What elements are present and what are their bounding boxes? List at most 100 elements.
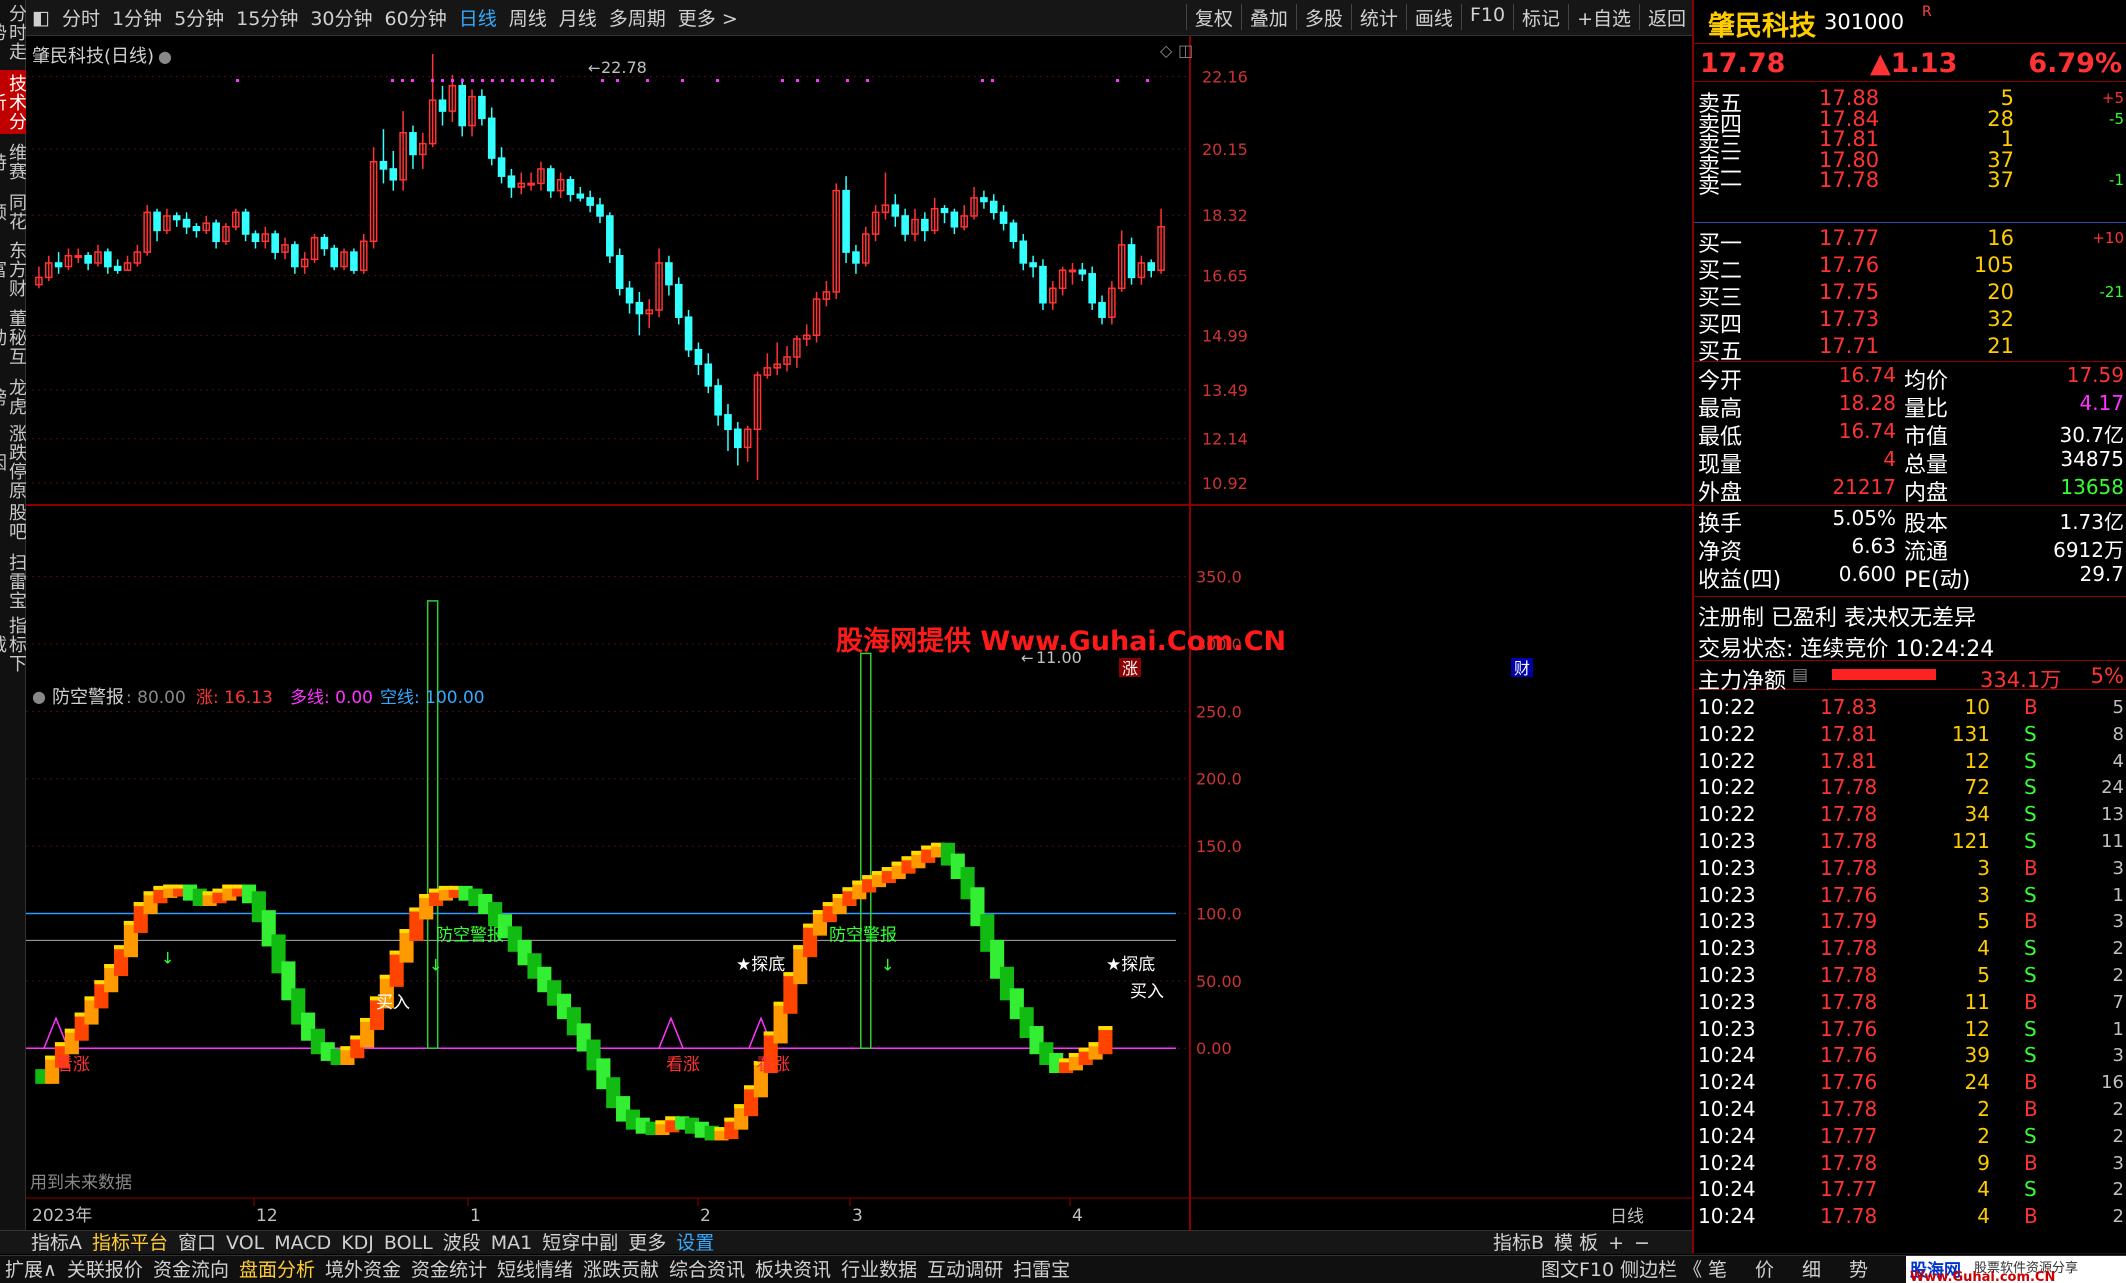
main-net-icon[interactable]: ▤	[1792, 665, 1808, 685]
tick-view-tab[interactable]: 笔	[1694, 1258, 1741, 1282]
brand-url: Www.Guhai.com.CN	[1910, 1270, 2056, 1283]
bottom-tab[interactable]: 扫雷宝	[1008, 1258, 1075, 1282]
high-mark: 22.78	[601, 58, 647, 77]
indicator-tab[interactable]: MA1	[486, 1231, 537, 1255]
toolbar-action[interactable]: 多股	[1299, 4, 1349, 31]
left-nav-item[interactable]: 同花顺	[0, 188, 27, 236]
candle-body	[724, 414, 732, 431]
bottom-tab[interactable]: 板块资讯	[750, 1258, 836, 1282]
toolbar-action[interactable]: 复权	[1189, 4, 1239, 31]
toolbar-action[interactable]: +自选	[1571, 4, 1637, 31]
bottom-right-tools[interactable]: 图文F10 侧边栏 《	[1536, 1258, 1707, 1282]
settings-icon[interactable]: ●	[158, 47, 172, 66]
bottom-tab[interactable]: 涨跌贡献	[578, 1258, 664, 1282]
future-data-note: 用到未来数据	[30, 1173, 132, 1193]
indicator-tab-right[interactable]: 指标B	[1488, 1231, 1549, 1255]
left-nav-item[interactable]: 东方财富	[0, 238, 27, 300]
signal-dot	[816, 79, 819, 82]
bottom-tab[interactable]: 关联报价	[62, 1258, 148, 1282]
toolbar-action[interactable]: 标记	[1516, 4, 1566, 31]
indicator-tab[interactable]: 指标A	[26, 1231, 87, 1255]
kline-chart[interactable]: 22.16 20.15 18.32 16.65 14.99 13.49 12.14 10.92…	[26, 36, 1692, 1230]
indicator-tab-right[interactable]: 模 板	[1549, 1231, 1603, 1255]
toggle-panel-icon[interactable]: ◧	[26, 7, 56, 29]
indicator-tab-right[interactable]: −	[1629, 1231, 1655, 1255]
bottom-tab[interactable]: 互动调研	[922, 1258, 1008, 1282]
toolbar-action[interactable]: F10	[1464, 4, 1511, 31]
bottom-tab[interactable]: 境外资金	[320, 1258, 406, 1282]
period-tab[interactable]: 1分钟	[106, 4, 168, 31]
left-nav-item[interactable]: 扫雷宝	[0, 552, 27, 610]
candle-body	[1098, 301, 1106, 318]
left-nav-item[interactable]: 分时走势	[0, 2, 27, 62]
period-tab[interactable]: 5分钟	[168, 4, 230, 31]
book-row[interactable]: 买五 17.71 21	[1694, 334, 2126, 365]
candle-body	[576, 193, 585, 199]
book-change: -21	[2099, 283, 2125, 301]
indicator-tab[interactable]: BOLL	[379, 1231, 438, 1255]
tick-side: S	[2024, 1123, 2037, 1148]
candle-body	[438, 99, 447, 112]
stat-value: 16.74	[1838, 419, 1896, 443]
left-nav-item[interactable]: 指标下载	[0, 614, 27, 674]
indicator-tab[interactable]: 指标平台	[87, 1231, 173, 1255]
period-tab[interactable]: 分时	[56, 4, 106, 31]
indicator-tab[interactable]: MACD	[269, 1231, 336, 1255]
left-nav-item[interactable]: 董秘互动	[0, 304, 27, 370]
candle-body	[625, 287, 634, 304]
tick-time: 10:23	[1698, 989, 1756, 1014]
tick-view-tab[interactable]: 细	[1788, 1258, 1835, 1282]
bottom-tab[interactable]: 综合资讯	[664, 1258, 750, 1282]
left-nav-item[interactable]: 龙虎榜	[0, 372, 27, 422]
high-arrow-icon: ←	[588, 59, 601, 77]
tick-count: 5	[2112, 697, 2124, 718]
period-tab[interactable]: 月线	[553, 4, 603, 31]
bottom-tab[interactable]: 行业数据	[836, 1258, 922, 1282]
bottom-tab[interactable]: 资金统计	[406, 1258, 492, 1282]
bottom-tab[interactable]: 资金流向	[148, 1258, 234, 1282]
indicator-tab[interactable]: 窗口	[173, 1231, 221, 1255]
bottom-tab[interactable]: 短线情绪	[492, 1258, 578, 1282]
tick-time: 10:23	[1698, 855, 1756, 880]
book-row[interactable]: 买一 17.77 16 +10	[1694, 226, 2126, 257]
period-tab[interactable]: 周线	[503, 4, 553, 31]
tick-row: 10:24 17.76 39 S 3	[1694, 1043, 2126, 1070]
indicator-tab[interactable]: 波段	[438, 1231, 486, 1255]
period-tab[interactable]: 60分钟	[379, 4, 453, 31]
indicator-tab[interactable]: KDJ	[336, 1231, 379, 1255]
toolbar-action[interactable]: 画线	[1409, 4, 1459, 31]
left-nav-item[interactable]: 技术分析	[0, 70, 27, 134]
price-tick: 22.16	[1202, 67, 1248, 86]
period-tab[interactable]: 日线	[453, 4, 503, 31]
bottom-tab[interactable]: 盘面分析	[234, 1258, 320, 1282]
toolbar-action[interactable]: 叠加	[1244, 4, 1294, 31]
tick-side: S	[2024, 721, 2037, 746]
indicator-tab[interactable]: 设置	[671, 1231, 719, 1255]
indicator-tab-right[interactable]: +	[1603, 1231, 1629, 1255]
left-nav-item[interactable]: 维赛特	[0, 136, 27, 188]
bottom-tab[interactable]: 扩展∧	[0, 1258, 62, 1282]
candle-body	[546, 168, 555, 192]
book-row[interactable]: 买二 17.76 105	[1694, 253, 2126, 284]
toolbar-action[interactable]: 统计	[1354, 4, 1404, 31]
period-tab[interactable]: 30分钟	[304, 4, 378, 31]
diamond-icon[interactable]: ◇	[1160, 41, 1173, 60]
book-row[interactable]: 买四 17.73 32	[1694, 307, 2126, 338]
period-tab[interactable]: 15分钟	[230, 4, 304, 31]
indicator-tab[interactable]: 更多	[623, 1231, 671, 1255]
window-icon[interactable]: ◫	[1178, 41, 1193, 60]
book-row[interactable]: 卖一 17.78 37 -1	[1694, 168, 2126, 199]
left-nav-item[interactable]: 涨跌停原因	[0, 424, 27, 500]
chart-area[interactable]: 22.16 20.15 18.32 16.65 14.99 13.49 12.14 10.92…	[26, 36, 1692, 1230]
period-tab[interactable]: 多周期	[603, 4, 672, 31]
indicator-tab[interactable]: 短穿中副	[537, 1231, 623, 1255]
period-tab[interactable]: 更多 >	[672, 4, 744, 31]
candle-body	[606, 215, 614, 257]
left-nav-item[interactable]: 股吧	[0, 502, 27, 542]
book-row[interactable]: 买三 17.75 20 -21	[1694, 280, 2126, 311]
tick-view-tab[interactable]: 势	[1835, 1258, 1882, 1282]
indicator-settings-icon[interactable]: ●	[32, 687, 46, 706]
toolbar-action[interactable]: 返回	[1642, 4, 1692, 31]
tick-view-tab[interactable]: 价	[1741, 1258, 1788, 1282]
indicator-tab[interactable]: VOL	[221, 1231, 269, 1255]
